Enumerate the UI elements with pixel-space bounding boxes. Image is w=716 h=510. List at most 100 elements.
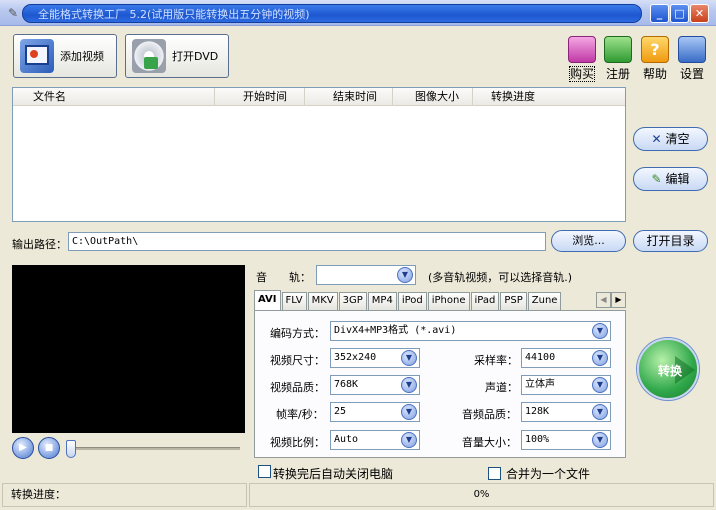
feather-icon: ✎: [7, 6, 19, 20]
channels-value: 立体声: [525, 379, 555, 390]
help-label: 帮助: [642, 67, 667, 81]
audio-quality-value: 128K: [525, 406, 550, 417]
column-header-start-time[interactable]: 开始时间: [215, 88, 305, 106]
auto-shutdown-label: 转换完后自动关闭电脑: [273, 467, 394, 481]
frame-rate-select[interactable]: 25 ▼: [330, 402, 420, 422]
scroll-left-icon[interactable]: ◀: [596, 292, 611, 308]
video-quality-value: 768K: [334, 379, 359, 390]
play-icon[interactable]: ▶: [12, 437, 34, 459]
settings-button[interactable]: 设置: [676, 36, 708, 82]
chevron-down-icon: ▼: [592, 377, 608, 393]
aspect-ratio-value: Auto: [334, 434, 359, 445]
chevron-down-icon: ▼: [401, 432, 417, 448]
tools-icon: [678, 36, 706, 63]
help-button[interactable]: ? 帮助: [639, 36, 671, 82]
maximize-button[interactable]: □: [670, 4, 689, 23]
tab-flv[interactable]: FLV: [281, 292, 307, 310]
clear-label: 清空: [665, 132, 690, 146]
column-header-progress[interactable]: 转换进度: [473, 88, 625, 106]
convert-label: 转换: [657, 364, 682, 378]
open-dvd-label: 打开DVD: [172, 50, 219, 63]
chevron-down-icon: ▼: [592, 323, 608, 339]
frame-rate-value: 25: [334, 406, 347, 417]
video-size-select[interactable]: 352x240 ▼: [330, 348, 420, 368]
channels-label: 声道：: [485, 381, 518, 394]
merge-checkbox[interactable]: [488, 467, 501, 480]
video-preview: [12, 265, 245, 433]
chevron-down-icon: ▼: [401, 404, 417, 420]
volume-select[interactable]: 100% ▼: [521, 430, 611, 450]
codec-label: 编码方式：: [270, 327, 325, 340]
question-icon: ?: [641, 36, 669, 63]
codec-select[interactable]: DivX4+MP3格式 (*.avi) ▼: [330, 321, 611, 341]
chevron-down-icon: ▼: [592, 404, 608, 420]
tab-psp[interactable]: PSP: [500, 292, 527, 310]
add-video-button[interactable]: 添加视频: [13, 34, 117, 78]
output-path-field[interactable]: C:\OutPath\: [68, 232, 546, 251]
open-dvd-button[interactable]: 打开DVD: [125, 34, 229, 78]
tab-ipod[interactable]: iPod: [397, 292, 427, 310]
minimize-button[interactable]: _: [650, 4, 669, 23]
video-size-value: 352x240: [334, 352, 377, 363]
tab-zune[interactable]: Zune: [527, 292, 562, 310]
tab-3gp[interactable]: 3GP: [338, 292, 367, 310]
close-button[interactable]: ✕: [690, 4, 709, 23]
channels-select[interactable]: 立体声 ▼: [521, 375, 611, 395]
register-button[interactable]: 注册: [602, 36, 634, 82]
aspect-ratio-label: 视频比例：: [270, 436, 325, 449]
buy-button[interactable]: 购买: [566, 36, 598, 82]
tab-mkv[interactable]: MKV: [307, 292, 338, 310]
browse-button[interactable]: 浏览...: [551, 230, 626, 252]
output-path-label: 输出路径：: [12, 238, 67, 251]
tab-ipad[interactable]: iPad: [470, 292, 500, 310]
chevron-down-icon: ▼: [592, 350, 608, 366]
audio-track-hint: (多音轨视频，可以选择音轨.): [428, 271, 573, 284]
window-title: 全能格式转换工厂 5.2(试用版只能转换出五分钟的视频): [38, 8, 310, 21]
progress-bar: 0%: [249, 483, 714, 507]
chevron-down-icon: ▼: [592, 432, 608, 448]
sample-rate-label: 采样率：: [474, 354, 518, 367]
aspect-ratio-select[interactable]: Auto ▼: [330, 430, 420, 450]
frame-rate-label: 帧率/秒：: [276, 408, 324, 421]
open-directory-button[interactable]: 打开目录: [633, 230, 708, 252]
tab-iphone[interactable]: iPhone: [427, 292, 470, 310]
convert-button[interactable]: 转换: [637, 338, 699, 400]
merge-label: 合并为一个文件: [506, 467, 591, 481]
seek-track[interactable]: [66, 447, 240, 450]
register-label: 注册: [605, 67, 630, 81]
audio-track-label: 音 轨：: [256, 271, 311, 284]
clear-button[interactable]: ✕ 清空: [633, 127, 708, 151]
audio-track-select[interactable]: ▼: [316, 265, 416, 285]
auto-shutdown-checkbox[interactable]: [258, 465, 271, 478]
file-list[interactable]: 文件名 开始时间 结束时间 图像大小 转换进度: [12, 87, 626, 222]
cart-icon: [568, 36, 596, 63]
column-header-image-size[interactable]: 图像大小: [393, 88, 473, 106]
dvd-disc-icon: [132, 39, 166, 73]
format-tabs: AVI FLV MKV 3GP MP4 iPod iPhone iPad PSP…: [254, 290, 626, 310]
audio-quality-select[interactable]: 128K ▼: [521, 402, 611, 422]
video-size-label: 视频尺寸：: [270, 354, 325, 367]
volume-label: 音量大小：: [462, 436, 517, 449]
video-quality-label: 视频品质：: [270, 381, 325, 394]
status-label: 转换进度：: [2, 483, 247, 507]
x-icon: ✕: [651, 132, 662, 146]
sample-rate-value: 44100: [525, 352, 556, 363]
column-header-filename[interactable]: 文件名: [13, 88, 215, 106]
tab-scroll-arrows: ◀ ▶: [596, 292, 626, 308]
progress-text: 0%: [473, 489, 490, 500]
sample-rate-select[interactable]: 44100 ▼: [521, 348, 611, 368]
status-bar: 转换进度： 0%: [2, 483, 714, 508]
tab-mp4[interactable]: MP4: [367, 292, 397, 310]
settings-label: 设置: [679, 67, 704, 81]
video-quality-select[interactable]: 768K ▼: [330, 375, 420, 395]
film-icon: [20, 39, 54, 73]
column-header-end-time[interactable]: 结束时间: [305, 88, 393, 106]
tab-avi[interactable]: AVI: [254, 290, 281, 310]
edit-button[interactable]: ✎ 编辑: [633, 167, 708, 191]
scroll-right-icon[interactable]: ▶: [611, 292, 626, 308]
audio-quality-label: 音频品质：: [462, 408, 517, 421]
chevron-down-icon: ▼: [397, 267, 413, 283]
stop-icon[interactable]: ■: [38, 437, 60, 459]
seek-slider-handle[interactable]: [66, 440, 76, 458]
edit-label: 编辑: [665, 172, 690, 186]
